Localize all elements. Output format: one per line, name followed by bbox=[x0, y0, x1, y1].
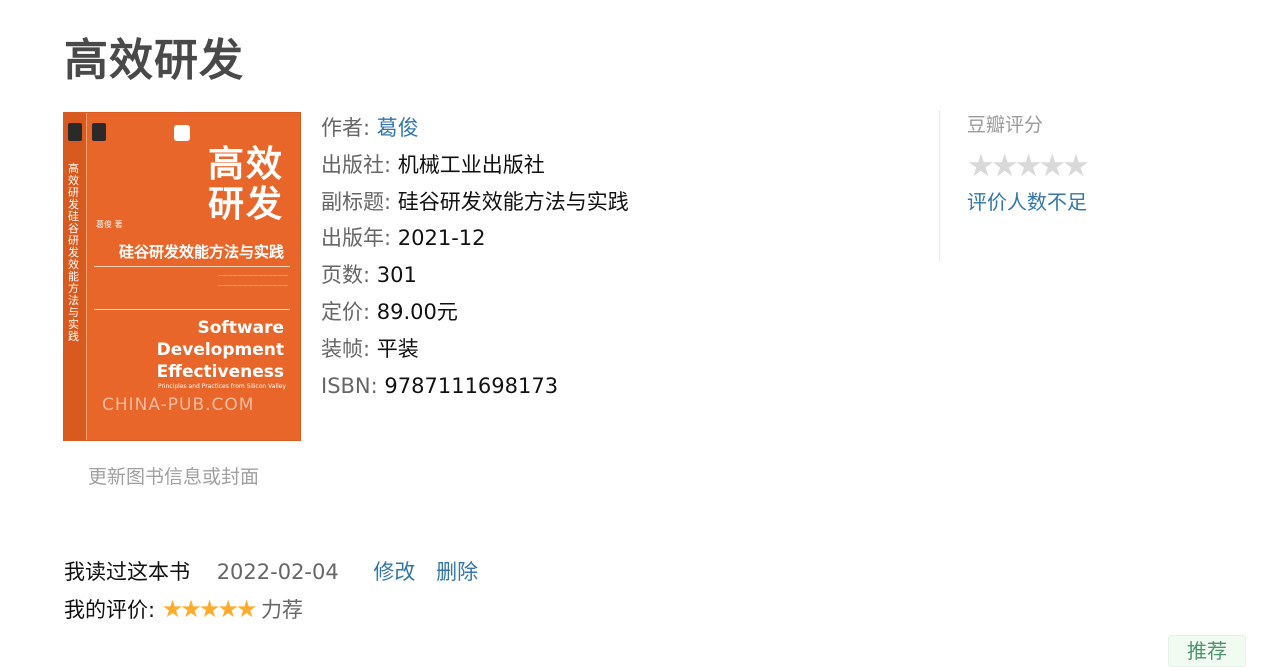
read-status-line: 我读过这本书 2022-02-04 修改 删除 bbox=[64, 556, 478, 586]
author-link[interactable]: 葛俊 bbox=[377, 116, 419, 140]
info-row-pages: 页数: 301 bbox=[321, 257, 629, 294]
cover-english-1: Software bbox=[197, 318, 284, 338]
cover-english-3: Effectiveness bbox=[156, 362, 284, 382]
my-rating-line: 我的评价: ★★★★★ 力荐 bbox=[64, 594, 303, 624]
cover-author-mark: 葛俊 著 bbox=[96, 220, 123, 229]
book-info-panel: 作者: 葛俊 出版社: 机械工业出版社 副标题: 硅谷研发效能方法与实践 出版年… bbox=[321, 110, 629, 404]
update-book-info-link[interactable]: 更新图书信息或封面 bbox=[88, 462, 259, 489]
subtitle-value: 硅谷研发效能方法与实践 bbox=[397, 189, 629, 214]
rating-stars-icon: ★★★★★ bbox=[967, 148, 1090, 184]
recommend-button[interactable]: 推荐 bbox=[1168, 635, 1246, 667]
douban-rating-panel: 豆瓣评分 ★★★★★ 评价人数不足 bbox=[939, 110, 1090, 262]
book-cover-image[interactable]: 高效研发硅谷研发效能方法与实践 高效 研发 葛俊 著 硅谷研发效能方法与实践 —… bbox=[64, 113, 300, 440]
info-row-isbn: ISBN: 9787111698173 bbox=[321, 368, 629, 405]
info-row-price: 定价: 89.00元 bbox=[321, 294, 629, 331]
cover-divider bbox=[94, 266, 290, 267]
delete-link[interactable]: 删除 bbox=[436, 560, 478, 584]
book-title: 高效研发 bbox=[64, 35, 244, 86]
edit-link[interactable]: 修改 bbox=[373, 560, 415, 584]
cover-english-subtitle: Principles and Practices from Silicon Va… bbox=[157, 383, 286, 390]
info-row-author: 作者: 葛俊 bbox=[321, 110, 629, 147]
read-date: 2022-02-04 bbox=[216, 560, 339, 584]
my-rating-stars-icon: ★★★★★ bbox=[161, 595, 258, 623]
cover-spine-text: 高效研发硅谷研发效能方法与实践 bbox=[68, 162, 79, 343]
pages-value: 301 bbox=[376, 263, 417, 288]
info-row-subtitle: 副标题: 硅谷研发效能方法与实践 bbox=[321, 184, 629, 221]
cover-blurb-2: —————————————— bbox=[218, 283, 288, 289]
cover-divider-2 bbox=[94, 309, 290, 310]
cover-blurb-1: —————————————— bbox=[218, 273, 288, 279]
price-value: 89.00元 bbox=[376, 299, 458, 324]
cover-subtitle: 硅谷研发效能方法与实践 bbox=[118, 243, 284, 261]
cover-title: 高效 研发 bbox=[208, 145, 284, 225]
brand-badge-icon bbox=[174, 125, 190, 141]
author-label: 作者: bbox=[321, 116, 371, 140]
info-row-year: 出版年: 2021-12 bbox=[321, 220, 629, 257]
my-rating-text: 力荐 bbox=[261, 598, 304, 622]
year-label: 出版年: bbox=[321, 226, 392, 251]
binding-value: 平装 bbox=[376, 336, 419, 361]
subtitle-label: 副标题: bbox=[321, 189, 392, 214]
binding-label: 装帧: bbox=[321, 336, 371, 361]
isbn-label: ISBN: bbox=[321, 373, 378, 398]
series-logo-icon bbox=[92, 123, 106, 141]
cover-title-line1: 高效 bbox=[207, 144, 284, 185]
not-enough-ratings-link[interactable]: 评价人数不足 bbox=[967, 186, 1087, 215]
rating-title: 豆瓣评分 bbox=[967, 114, 1044, 136]
read-status-text: 我读过这本书 bbox=[64, 560, 190, 584]
publisher-label: 出版社: bbox=[321, 152, 392, 177]
cover-watermark: CHINA-PUB.COM bbox=[102, 395, 255, 415]
publisher-logo-icon bbox=[68, 123, 82, 141]
cover-title-line2: 研发 bbox=[207, 184, 284, 225]
info-row-binding: 装帧: 平装 bbox=[321, 331, 629, 368]
cover-english-title: Software Development Effectiveness bbox=[157, 317, 284, 383]
pages-label: 页数: bbox=[321, 263, 371, 288]
cover-english-2: Development bbox=[156, 340, 284, 360]
publisher-value: 机械工业出版社 bbox=[397, 152, 545, 177]
year-value: 2021-12 bbox=[397, 226, 486, 251]
my-rating-label: 我的评价: bbox=[64, 598, 156, 622]
isbn-value: 9787111698173 bbox=[384, 373, 559, 398]
info-row-publisher: 出版社: 机械工业出版社 bbox=[321, 147, 629, 184]
price-label: 定价: bbox=[321, 299, 371, 324]
